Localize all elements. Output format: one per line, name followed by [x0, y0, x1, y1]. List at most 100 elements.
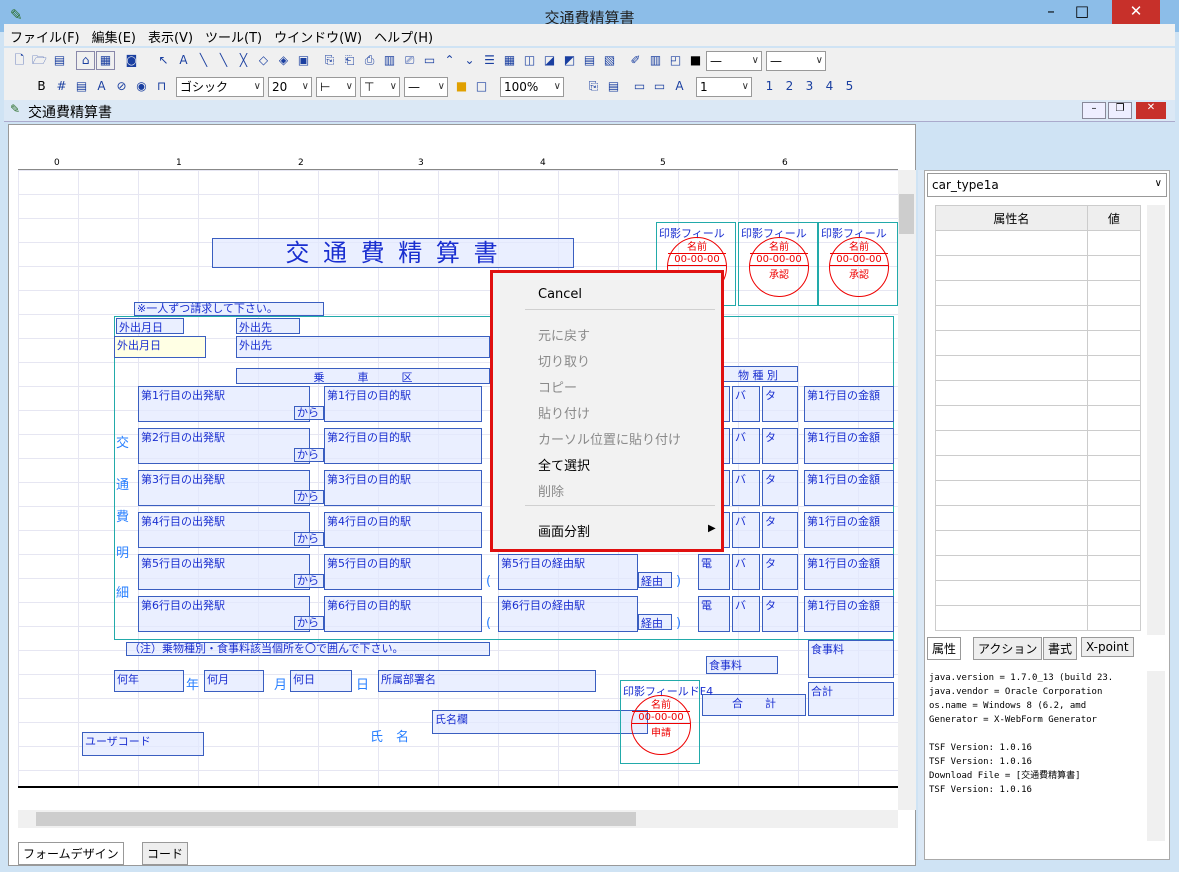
ctx-split-screen[interactable]: 画面分割: [538, 521, 590, 540]
dept-field[interactable]: 所属部署名: [378, 670, 596, 692]
barcode-tool-icon[interactable]: ▥: [646, 51, 665, 70]
frame-icon[interactable]: ⊓: [152, 77, 171, 96]
design-canvas[interactable]: 交 通 費 精 算 書 印影フィール 名前 00-00-00 印影フィール 名前 00-…: [18, 170, 898, 788]
amount-field[interactable]: 第1行目の金額: [804, 386, 894, 422]
ctx-paste-at-cursor[interactable]: カーソル位置に貼り付け: [538, 429, 681, 448]
keiyu-label[interactable]: 経由: [638, 572, 672, 588]
stamp-field-3[interactable]: 印影フィール 名前 00-00-00 承認: [818, 222, 898, 306]
day-field[interactable]: 何日: [290, 670, 352, 692]
font-size-select[interactable]: 20 ∨: [268, 77, 312, 97]
image-tool-icon[interactable]: ▣: [294, 51, 313, 70]
ctx-cut[interactable]: 切り取り: [538, 351, 590, 370]
dest-label[interactable]: 外出先: [236, 318, 300, 334]
amount-field[interactable]: 第1行目の金額: [804, 554, 894, 590]
menu-file[interactable]: ファイル(F): [4, 24, 86, 49]
line-style-select[interactable]: — ∨: [706, 51, 762, 71]
page-prev-icon[interactable]: ▭: [630, 77, 649, 96]
open-icon[interactable]: 🗁: [30, 51, 49, 70]
amount-field[interactable]: 第1行目の金額: [804, 596, 894, 632]
note-circle[interactable]: （注）乗物種別・食事料該当個所を〇で囲んで下さい。: [126, 642, 490, 656]
amount-field[interactable]: 第1行目の金額: [804, 470, 894, 506]
ctx-cancel[interactable]: Cancel: [538, 287, 582, 302]
vehicle-header[interactable]: 物 種 別: [718, 366, 798, 382]
tab-attributes[interactable]: 属性: [927, 637, 962, 660]
menu-window[interactable]: ウインドウ(W): [268, 24, 368, 49]
new-icon[interactable]: 🗋: [10, 51, 29, 70]
doc-minimize-icon[interactable]: –: [1082, 102, 1106, 119]
tab-code[interactable]: コード: [142, 842, 189, 865]
dest-field[interactable]: 外出先: [236, 336, 490, 358]
amount-field[interactable]: 第1行目の金額: [804, 428, 894, 464]
vehicle-taxi[interactable]: タ: [762, 596, 798, 632]
layer4-icon[interactable]: 4: [820, 77, 839, 96]
menu-edit[interactable]: 編集(E): [86, 24, 142, 49]
preview-icon[interactable]: ◙: [122, 51, 141, 70]
note-one-person[interactable]: ※一人ずつ請求して下さい。: [134, 302, 324, 316]
month-field[interactable]: 何月: [204, 670, 264, 692]
stamp-field-2[interactable]: 印影フィール 名前 00-00-00 承認: [738, 222, 818, 306]
ctx-copy[interactable]: コピー: [538, 377, 577, 396]
form-title[interactable]: 交 通 費 精 算 書: [212, 238, 574, 268]
to-station-field[interactable]: 第6行目の目的駅: [324, 596, 482, 632]
check-tool-icon[interactable]: ⌃: [440, 51, 459, 70]
vehicle-taxi[interactable]: タ: [762, 512, 798, 548]
border-select[interactable]: — ∨: [404, 77, 448, 97]
menu-tools[interactable]: ツール(T): [199, 24, 268, 49]
vehicle-train[interactable]: 電: [698, 554, 730, 590]
zoom-select[interactable]: 100% ∨: [500, 77, 564, 97]
vehicle-bus[interactable]: バ: [732, 470, 760, 506]
fill-color-icon[interactable]: ■: [686, 51, 705, 70]
field3-tool-icon[interactable]: ⎙: [360, 51, 379, 70]
to-station-field[interactable]: 第3行目の目的駅: [324, 470, 482, 506]
log-scrollbar[interactable]: [1147, 671, 1165, 841]
ctx-delete[interactable]: 削除: [538, 481, 564, 500]
ctx-undo[interactable]: 元に戻す: [538, 325, 590, 344]
ctx-select-all[interactable]: 全て選択: [538, 455, 590, 474]
grid-icon[interactable]: ▦: [96, 51, 115, 70]
section-header[interactable]: 乗 車 区: [236, 368, 490, 384]
meal-label[interactable]: 食事料: [706, 656, 778, 674]
save-icon[interactable]: ▤: [50, 51, 69, 70]
layer1-icon[interactable]: 1: [760, 77, 779, 96]
text-tool-icon[interactable]: A: [174, 51, 193, 70]
shape-tool-icon[interactable]: ◇: [254, 51, 273, 70]
line3-tool-icon[interactable]: ╳: [234, 51, 253, 70]
vehicle-bus[interactable]: バ: [732, 386, 760, 422]
object-select[interactable]: car_type1a ∨: [927, 173, 1167, 197]
tab-xpoint[interactable]: X-point: [1081, 637, 1134, 657]
number-icon[interactable]: #: [52, 77, 71, 96]
maximize-icon[interactable]: □: [1068, 0, 1096, 24]
vehicle-bus[interactable]: バ: [732, 596, 760, 632]
tab-format[interactable]: 書式: [1043, 637, 1078, 660]
via-station-field[interactable]: 第6行目の経由駅: [498, 596, 638, 632]
vertical-scrollbar[interactable]: [898, 170, 916, 810]
total-label[interactable]: 合 計: [702, 694, 806, 716]
horizontal-scroll-thumb[interactable]: [36, 812, 636, 826]
from-station-field[interactable]: 第4行目の出発駅: [138, 512, 310, 548]
back-color-icon[interactable]: ■: [452, 77, 471, 96]
calc-tool-icon[interactable]: ▤: [580, 51, 599, 70]
tab-form-design[interactable]: フォームデザイン: [18, 842, 124, 865]
line-tool-icon[interactable]: ╲: [194, 51, 213, 70]
menu-view[interactable]: 表示(V): [142, 24, 199, 49]
calc2-tool-icon[interactable]: ▧: [600, 51, 619, 70]
year-field[interactable]: 何年: [114, 670, 184, 692]
stamp-tool-icon[interactable]: ✐: [626, 51, 645, 70]
ctx-paste[interactable]: 貼り付け: [538, 403, 590, 422]
no-icon[interactable]: ⊘: [112, 77, 131, 96]
user-code-field[interactable]: ユーザコード: [82, 732, 204, 756]
layer5-icon[interactable]: 5: [840, 77, 859, 96]
menu-help[interactable]: ヘルプ(H): [368, 24, 439, 49]
line2-tool-icon[interactable]: ╲: [214, 51, 233, 70]
doc-restore-icon[interactable]: ❐: [1108, 102, 1132, 119]
page-select[interactable]: 1 ∨: [696, 77, 752, 97]
to-station-field[interactable]: 第2行目の目的駅: [324, 428, 482, 464]
kara-label[interactable]: から: [294, 490, 324, 504]
view-icon[interactable]: ◉: [132, 77, 151, 96]
name-field[interactable]: 氏名欄: [432, 710, 648, 734]
bold-icon[interactable]: B: [32, 77, 51, 96]
kara-label[interactable]: から: [294, 574, 324, 588]
vehicle-bus[interactable]: バ: [732, 554, 760, 590]
list-tool-icon[interactable]: ☰: [480, 51, 499, 70]
page-icon[interactable]: ▤: [604, 77, 623, 96]
